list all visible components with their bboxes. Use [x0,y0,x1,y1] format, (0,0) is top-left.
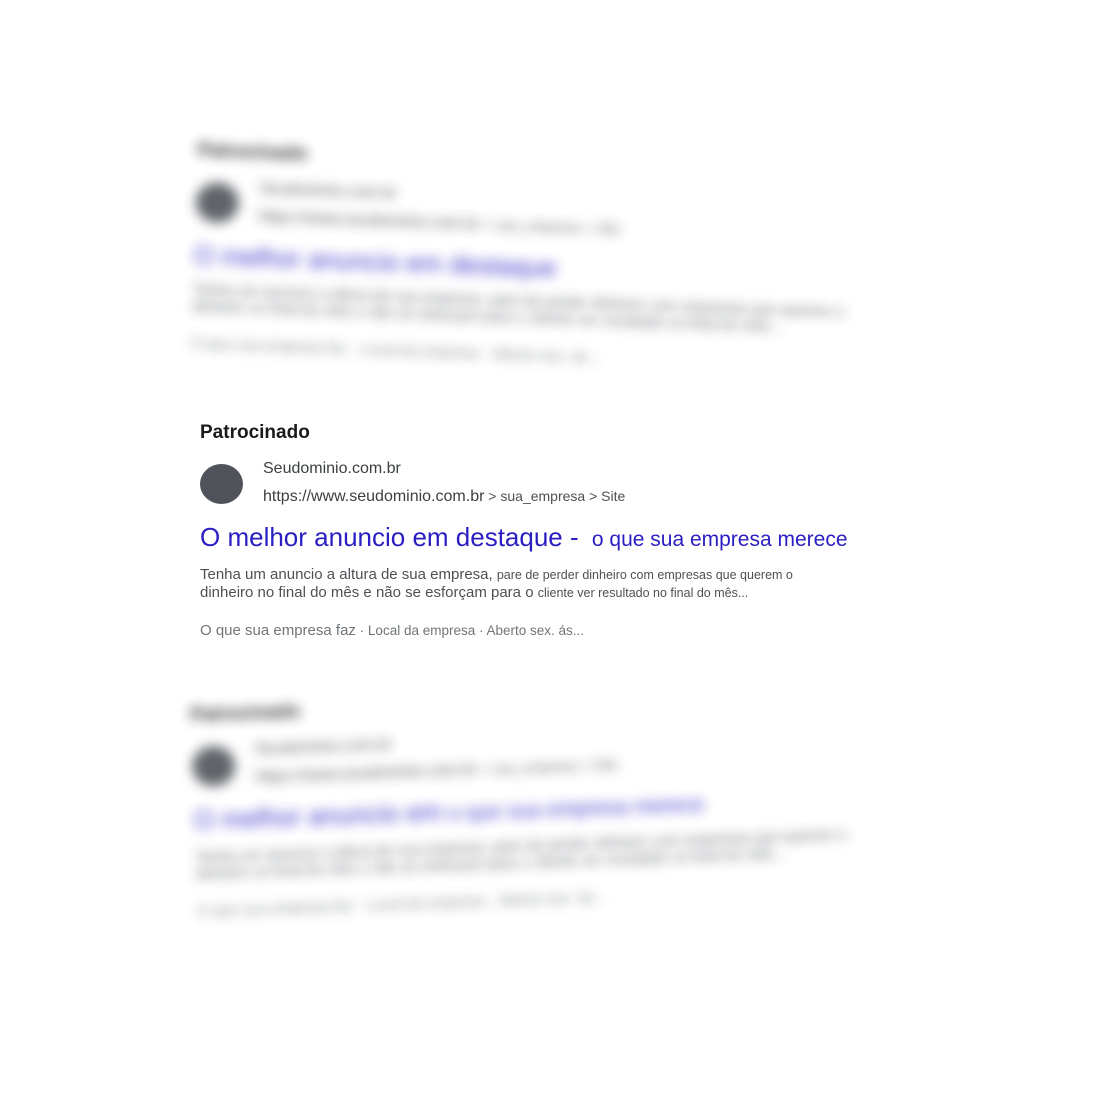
sitelink-services[interactable]: O que sua empresa faz [200,622,356,639]
site-url-base: https://www.seudominio.com.br [258,208,480,233]
site-info: Seudominio.com.br https://www.seudominio… [263,458,625,507]
site-favicon-icon [200,464,243,504]
ad-description-line-2-a: dinheiro no final do mês e não se esforç… [200,584,538,601]
ad-title-main: O melhor anuncio em [193,796,443,835]
ad-title-tail: o que sua empresa merece [591,528,848,551]
site-info: Seudominio.com.br https://www.seudominio… [254,726,618,788]
site-url-path: > sua_empresa > Site [479,215,621,237]
sitelink-services[interactable]: O que sua empresa faz [191,335,347,357]
ad-title-link[interactable]: O melhor anuncio em destaque - o que sua… [200,521,900,556]
ad-result-top: Patrocinado Seudominio.com.br https://ww… [191,140,898,376]
ad-description-line-1: Tenha um anuncio a altura de sua empresa… [200,566,880,584]
site-url-base: https://www.seudominio.com.br [263,488,485,505]
site-url[interactable]: https://www.seudominio.com.br > sua_empr… [258,206,621,240]
ad-sitelinks: O que sua empresa faz · Local da empresa… [200,622,585,639]
sitelink-services[interactable]: O que sua empresa faz [197,897,353,919]
ad-title-tail: o que sua empresa merece [448,793,705,826]
sitelink-location[interactable]: Local da empresa [368,623,475,638]
sitelink-location[interactable]: Local da empresa [366,893,486,914]
site-url-base: https://www.seudominio.com.br [255,761,478,786]
site-row: Seudominio.com.br https://www.seudominio… [191,717,892,790]
sitelink-hours[interactable]: Aberto sex. ás... [491,345,600,366]
sitelink-hours[interactable]: Aberto sex. ás... [498,889,607,910]
site-url-path: > sua_empresa > Site [476,756,618,778]
ad-description-line-1-b: pare de perder dinheiro com empresas que… [496,568,793,582]
ad-description: Tenha um anuncio a altura de sua empresa… [200,566,880,602]
ad-sitelinks: O que sua empresa faz · Local da empresa… [196,888,607,920]
ad-result-bottom: Patrocinado Seudominio.com.br https://ww… [190,681,897,920]
site-favicon-icon [191,745,236,787]
site-info: Seudominio.com.br https://www.seudominio… [258,178,622,240]
ad-result-main: Patrocinado Seudominio.com.br https://ww… [200,422,900,639]
ad-description-line-2-b: cliente ver resultado no final do mês... [537,586,749,600]
site-favicon-icon [195,181,240,224]
ad-sitelinks: O que sua empresa faz · Local da empresa… [190,334,601,367]
site-url[interactable]: https://www.seudominio.com.br > sua_empr… [263,486,625,507]
sitelink-location[interactable]: Local da empresa [360,341,480,362]
ad-title-main: O melhor anuncio em destaque [193,239,558,283]
site-url[interactable]: https://www.seudominio.com.br > sua_empr… [255,754,618,788]
site-url-path: > sua_empresa > Site [484,488,626,504]
sitelink-hours[interactable]: Aberto sex. ás... [487,623,585,638]
site-name: Seudominio.com.br [263,460,401,477]
site-row: Seudominio.com.br https://www.seudominio… [200,458,900,507]
sponsored-label: Patrocinado [200,422,310,443]
ad-description-line-1-a: Tenha um anuncio a altura de sua empresa… [200,566,497,583]
site-row: Seudominio.com.br https://www.seudominio… [195,176,896,249]
ad-title-main: O melhor anuncio em destaque - [200,522,586,552]
ad-description-line-2: dinheiro no final do mês e não se esforç… [200,584,880,602]
